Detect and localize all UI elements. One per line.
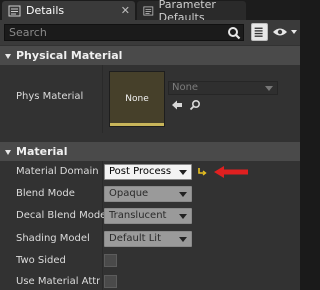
use-material-attributes-checkbox[interactable] — [104, 275, 117, 288]
tab-parameter-defaults[interactable]: Parameter Defaults — [137, 0, 246, 24]
material-domain-value: Post Process — [109, 166, 172, 177]
row-label-phys-material: Phys Material — [16, 91, 84, 102]
parameter-defaults-icon — [143, 5, 154, 16]
category-title: Physical Material — [16, 49, 123, 62]
phys-material-select[interactable]: None — [168, 81, 278, 95]
search-icon[interactable] — [227, 26, 241, 40]
category-physical-material[interactable]: Physical Material — [0, 46, 300, 65]
row-label-shading-model: Shading Model — [16, 233, 90, 244]
browse-search-icon[interactable] — [189, 99, 201, 111]
close-icon[interactable]: ✕ — [121, 4, 130, 17]
grid-icon — [254, 27, 263, 37]
row-label-two-sided: Two Sided — [16, 255, 66, 266]
decal-blend-mode-value: Translucent — [109, 210, 167, 221]
shading-model-value: Default Lit — [109, 233, 161, 244]
chevron-down-icon — [179, 170, 187, 175]
expand-arrow-icon — [5, 53, 11, 59]
phys-material-value: None — [172, 82, 199, 93]
chevron-down-icon — [179, 214, 187, 219]
search-input[interactable]: Search — [4, 24, 244, 41]
tab-bar: Details ✕ Parameter Defaults — [0, 0, 300, 24]
shading-model-select: Default Lit — [104, 231, 192, 247]
expand-arrow-icon — [5, 149, 11, 155]
decal-blend-mode-select: Translucent — [104, 208, 192, 224]
tab-details[interactable]: Details ✕ — [2, 1, 135, 20]
details-toolbar: Search — [0, 20, 300, 45]
property-matrix-button[interactable] — [251, 23, 268, 41]
blend-mode-value: Opaque — [109, 188, 149, 199]
column-divider — [102, 65, 103, 133]
details-panel: Physical Material Phys Material None Non… — [0, 45, 300, 290]
details-icon — [8, 5, 21, 16]
thumbnail-text: None — [125, 94, 149, 104]
material-thumbnail[interactable]: None — [109, 71, 165, 127]
category-title: Material — [16, 145, 68, 158]
chevron-down-icon — [179, 237, 187, 242]
row-label-material-domain: Material Domain — [16, 166, 99, 177]
row-label-use-material-attributes: Use Material Attribu — [16, 276, 100, 287]
use-selected-arrow-icon[interactable] — [171, 99, 183, 111]
eye-icon[interactable] — [272, 25, 298, 39]
search-placeholder: Search — [9, 26, 47, 39]
row-label-blend-mode: Blend Mode — [16, 188, 75, 199]
row-label-decal-blend-mode: Decal Blend Mode — [16, 210, 107, 221]
two-sided-checkbox[interactable] — [104, 254, 117, 267]
reset-to-default-icon[interactable] — [197, 166, 207, 176]
tab-details-label: Details — [26, 4, 65, 17]
blend-mode-select: Opaque — [104, 186, 192, 202]
category-material[interactable]: Material — [0, 142, 300, 161]
chevron-down-icon — [265, 86, 273, 91]
red-arrow-annotation — [214, 166, 248, 178]
column-divider — [102, 161, 103, 290]
chevron-down-icon — [179, 192, 187, 197]
material-domain-select[interactable]: Post Process — [104, 164, 192, 180]
